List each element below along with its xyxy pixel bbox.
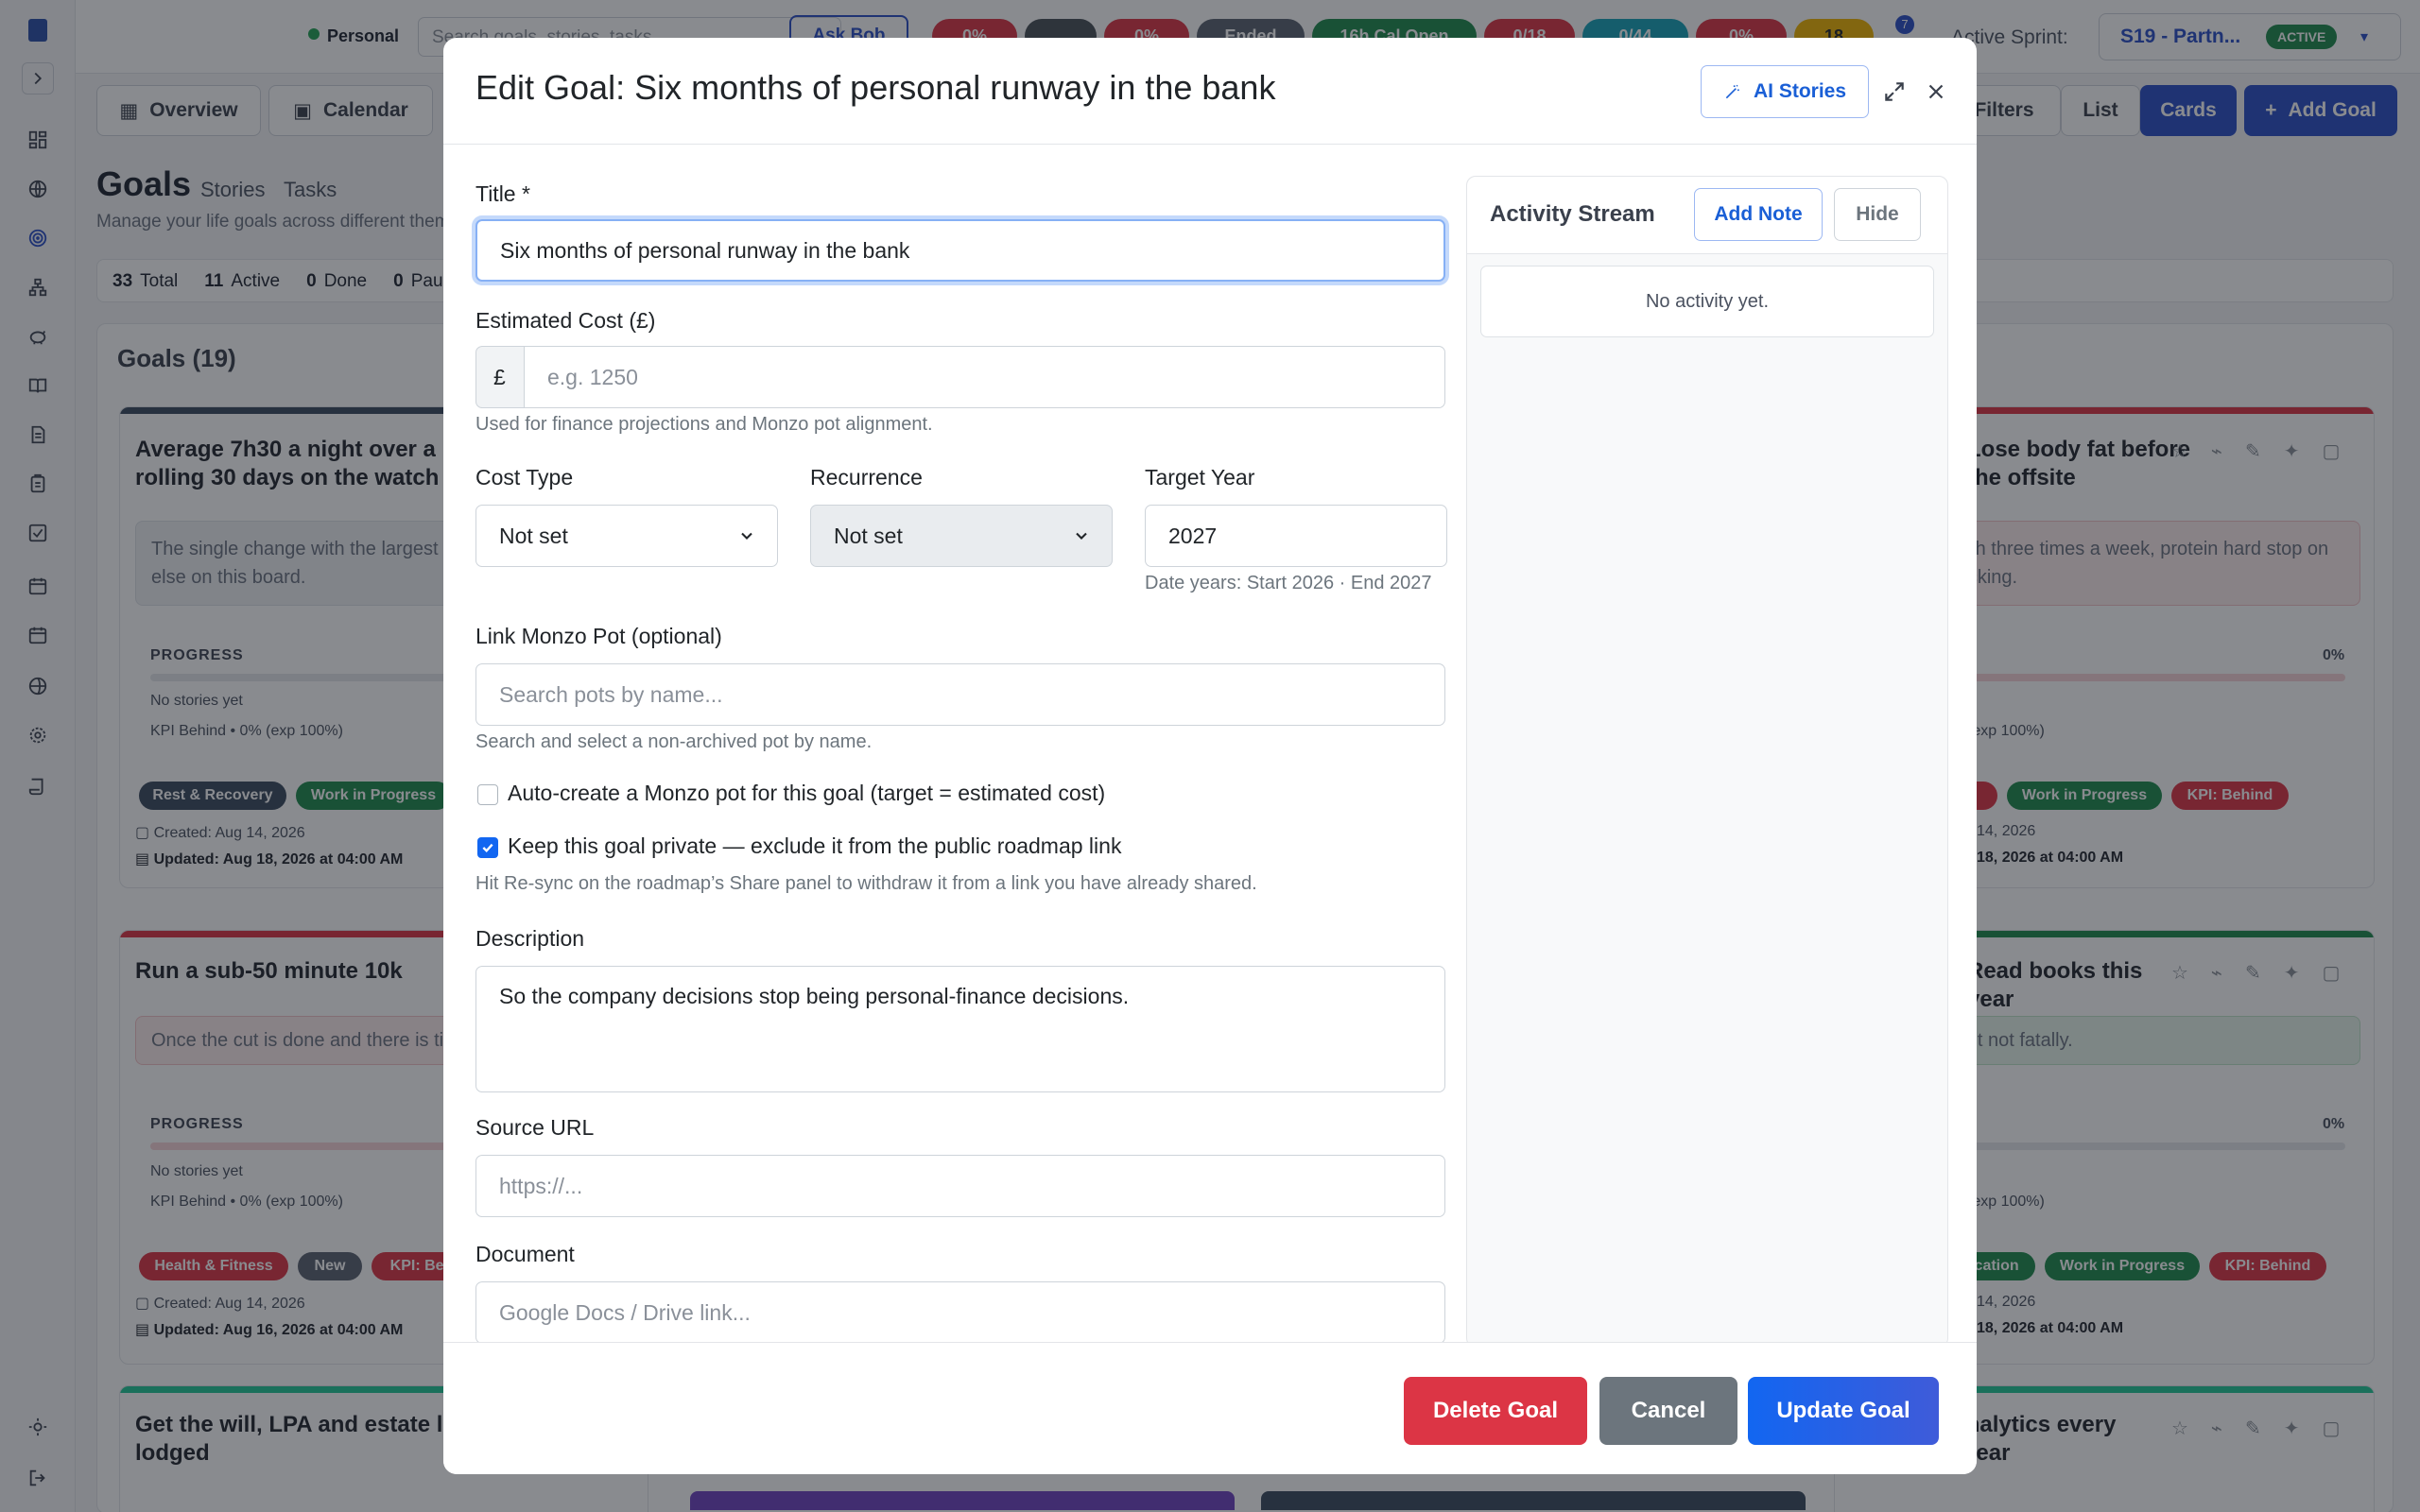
ai-stories-label: AI Stories	[1753, 80, 1847, 102]
recurrence-label: Recurrence	[810, 465, 923, 490]
update-goal-button[interactable]: Update Goal	[1748, 1377, 1939, 1445]
activity-stream-title: Activity Stream	[1490, 201, 1655, 227]
source-url-label: Source URL	[475, 1115, 595, 1140]
estimated-cost-label: Estimated Cost (£)	[475, 308, 656, 333]
magic-wand-icon	[1725, 84, 1739, 99]
modal-title: Edit Goal: Six months of personal runway…	[475, 68, 1276, 107]
delete-goal-button[interactable]: Delete Goal	[1404, 1377, 1587, 1445]
cost-type-select[interactable]: Not set	[475, 505, 778, 567]
title-input[interactable]: Six months of personal runway in the ban…	[475, 219, 1445, 282]
auto-create-pot-label[interactable]: Auto-create a Monzo pot for this goal (t…	[508, 781, 1105, 806]
modal-header: Edit Goal: Six months of personal runway…	[443, 38, 1977, 145]
check-icon	[482, 843, 493, 853]
currency-prefix: £	[475, 346, 525, 408]
estimated-cost-input[interactable]: e.g. 1250	[524, 346, 1445, 408]
cost-help-text: Used for finance projections and Monzo p…	[475, 414, 933, 435]
source-url-input[interactable]: https://...	[475, 1155, 1445, 1217]
activity-stream-panel: Activity Stream Add Note Hide No activit…	[1466, 176, 1948, 1348]
add-note-button[interactable]: Add Note	[1694, 188, 1823, 241]
monzo-pot-search-input[interactable]: Search pots by name...	[475, 663, 1445, 726]
cost-type-value: Not set	[499, 523, 568, 548]
auto-create-pot-checkbox[interactable]	[477, 784, 498, 805]
private-goal-checkbox[interactable]	[477, 837, 498, 858]
document-input[interactable]: Google Docs / Drive link...	[475, 1281, 1445, 1344]
pot-help-text: Search and select a non-archived pot by …	[475, 731, 873, 752]
target-year-label: Target Year	[1145, 465, 1255, 490]
modal-footer: Delete Goal Cancel Update Goal	[443, 1342, 1977, 1474]
cancel-button[interactable]: Cancel	[1599, 1377, 1737, 1445]
monzo-pot-label: Link Monzo Pot (optional)	[475, 624, 722, 648]
target-year-input[interactable]: 2027	[1145, 505, 1447, 567]
cost-type-label: Cost Type	[475, 465, 574, 490]
edit-goal-modal: Edit Goal: Six months of personal runway…	[443, 38, 1977, 1474]
recurrence-select[interactable]: Not set	[810, 505, 1113, 567]
title-label: Title *	[475, 181, 530, 206]
private-goal-label[interactable]: Keep this goal private — exclude it from…	[508, 833, 1121, 859]
close-icon[interactable]	[1924, 79, 1948, 104]
description-label: Description	[475, 926, 585, 951]
document-label: Document	[475, 1242, 575, 1266]
ai-stories-button[interactable]: AI Stories	[1701, 65, 1869, 118]
chevron-down-icon	[741, 532, 752, 540]
empty-activity-message: No activity yet.	[1480, 266, 1934, 337]
private-help-text: Hit Re-sync on the roadmap’s Share panel…	[475, 873, 1257, 894]
expand-icon[interactable]	[1882, 79, 1907, 104]
date-years-help: Date years: Start 2026 · End 2027	[1145, 573, 1432, 593]
chevron-down-icon	[1076, 532, 1087, 540]
hide-activity-button[interactable]: Hide	[1834, 188, 1921, 241]
description-textarea[interactable]: So the company decisions stop being pers…	[475, 966, 1445, 1092]
recurrence-value: Not set	[834, 523, 903, 548]
